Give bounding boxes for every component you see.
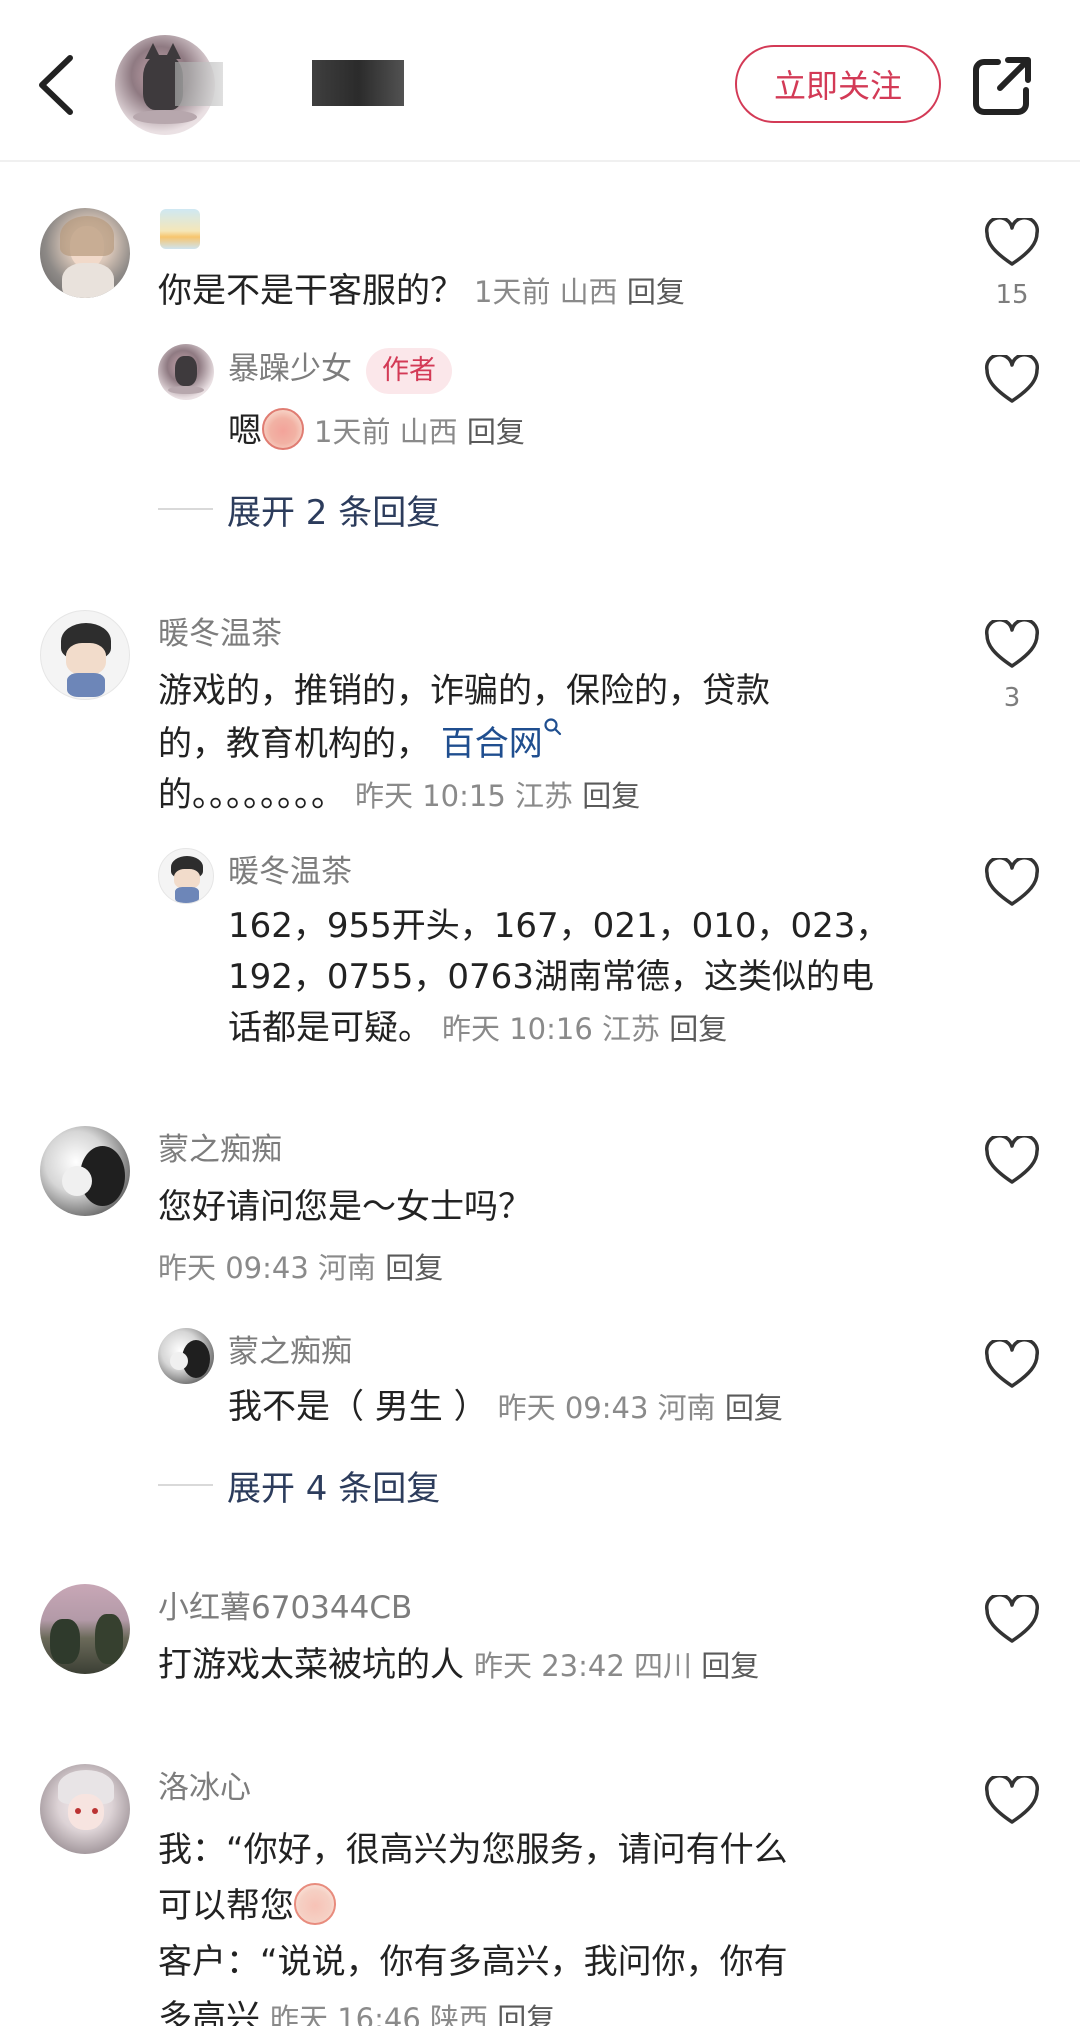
commenter-avatar[interactable]: [40, 1584, 130, 1674]
reply-link[interactable]: 回复: [497, 2002, 555, 2026]
reply-text: 嗯 1天前 山西 回复: [228, 406, 525, 458]
redacted-block: [175, 62, 223, 106]
reply-text: 我不是（ 男生 ）昨天 09:43 河南 回复: [228, 1387, 783, 1427]
share-icon[interactable]: [970, 52, 1036, 118]
sunrise-emoji-icon: [160, 209, 200, 249]
expand-replies-button[interactable]: 展开 4 条回复: [158, 1460, 440, 1510]
comment-text: 您好请问您是～女士吗？: [158, 1187, 532, 1227]
reply-avatar[interactable]: [158, 1328, 214, 1384]
reply-link[interactable]: 回复: [627, 275, 685, 309]
commenter-username[interactable]: 洛冰心: [158, 1762, 251, 1807]
reply-username: 暴躁少女 作者: [228, 346, 452, 394]
heart-icon[interactable]: [984, 1776, 1040, 1826]
redacted-author-name: [312, 60, 404, 106]
heart-icon[interactable]: [984, 620, 1040, 670]
like-count: 3: [1003, 683, 1021, 713]
commenter-username[interactable]: 小红薯670344CB: [158, 1582, 412, 1627]
reply-link[interactable]: 回复: [467, 415, 525, 449]
comment-text: 游戏的，推销的，诈骗的，保险的，贷款 的，教育机构的， 百合网 的。。。。。。。…: [158, 671, 770, 815]
reply-text: 162，955开头，167，021，010，023， 192，0755，0763…: [228, 906, 890, 1048]
heart-icon[interactable]: [984, 858, 1040, 908]
author-badge: 作者: [366, 347, 452, 394]
expand-replies-button[interactable]: 展开 2 条回复: [158, 484, 440, 534]
heart-icon[interactable]: [984, 1595, 1040, 1645]
crying-face-emoji-icon: [262, 408, 304, 450]
commenter-username[interactable]: 暖冬温茶: [158, 608, 282, 653]
heart-icon[interactable]: [984, 355, 1040, 405]
search-icon: [544, 718, 561, 736]
reply-link[interactable]: 回复: [582, 779, 640, 813]
reply-username[interactable]: 暖冬温茶: [228, 846, 352, 891]
follow-button[interactable]: 立即关注: [735, 45, 941, 123]
blushing-face-emoji-icon: [294, 1883, 336, 1925]
comment-text: 我：“你好，很高兴为您服务，请问有什么 可以帮您 客户：“说说，你有多高兴，我问…: [158, 1822, 958, 2026]
reply-avatar[interactable]: [158, 344, 214, 400]
commenter-username[interactable]: 蒙之痴痴: [158, 1124, 282, 1169]
commenter-avatar[interactable]: [40, 1126, 130, 1216]
commenter-avatar[interactable]: [40, 610, 130, 700]
reply-avatar[interactable]: [158, 848, 214, 904]
heart-icon[interactable]: [984, 1340, 1040, 1390]
reply-link[interactable]: 回复: [385, 1251, 443, 1285]
commenter-avatar[interactable]: [40, 1764, 130, 1854]
reply-link[interactable]: 回复: [725, 1391, 783, 1425]
like-count: 15: [995, 280, 1029, 310]
reply-link[interactable]: 回复: [669, 1012, 727, 1046]
top-bar: 立即关注: [0, 0, 1080, 162]
heart-icon[interactable]: [984, 1136, 1040, 1186]
keyword-search-link[interactable]: 百合网: [441, 718, 563, 764]
back-arrow-icon[interactable]: [32, 50, 82, 120]
comment-text: 你是不是干客服的？ 1天前 山西 回复: [158, 271, 685, 311]
reply-username[interactable]: 蒙之痴痴: [228, 1326, 352, 1371]
comment-meta: 昨天 09:43 河南 回复: [158, 1251, 444, 1285]
commenter-avatar[interactable]: [40, 208, 130, 298]
reply-link[interactable]: 回复: [701, 1649, 759, 1683]
heart-icon[interactable]: [984, 218, 1040, 268]
comment-text: 打游戏太菜被坑的人 昨天 23:42 四川 回复: [158, 1645, 760, 1685]
